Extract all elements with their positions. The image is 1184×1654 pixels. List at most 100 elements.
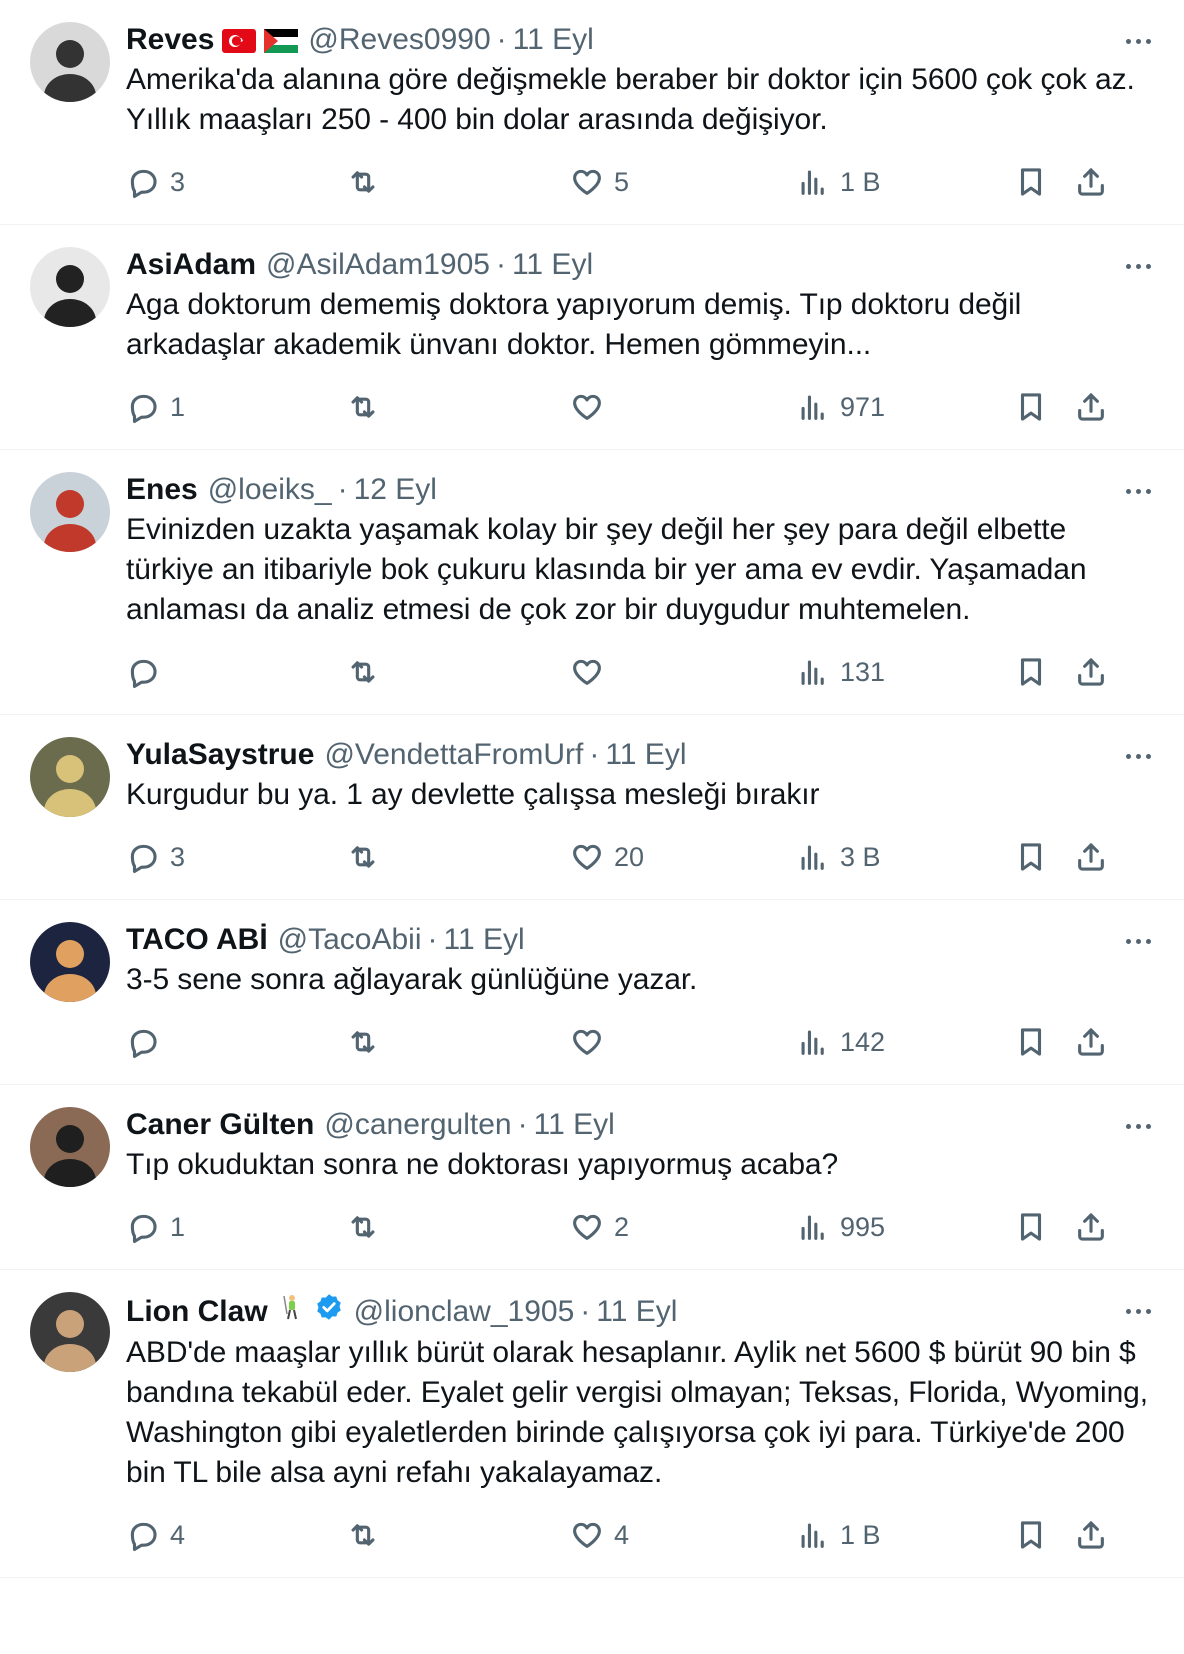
like-button[interactable]: 4 bbox=[570, 1518, 629, 1552]
retweet-button[interactable] bbox=[346, 840, 390, 874]
tweet-actions: 142 bbox=[126, 1020, 1154, 1064]
reply-icon bbox=[130, 169, 157, 199]
tweet[interactable]: YulaSaystrue @VendettaFromUrf · 11 Eyl K… bbox=[0, 715, 1184, 900]
views-button[interactable]: 3 B bbox=[796, 840, 881, 874]
reply-button[interactable] bbox=[126, 655, 170, 689]
retweet-button[interactable] bbox=[346, 655, 390, 689]
tweet-actions: 1 971 bbox=[126, 385, 1154, 429]
reply-button[interactable]: 3 bbox=[126, 165, 185, 199]
tweet-date[interactable]: 11 Eyl bbox=[596, 1294, 677, 1330]
tweet[interactable]: TACO ABİ @TacoAbii · 11 Eyl 3-5 sene son… bbox=[0, 900, 1184, 1085]
avatar[interactable] bbox=[30, 922, 110, 1002]
user-handle[interactable]: @AsilAdam1905 bbox=[266, 247, 490, 283]
retweet-button[interactable] bbox=[346, 1210, 390, 1244]
tweet-date[interactable]: 11 Eyl bbox=[512, 247, 593, 283]
views-button[interactable]: 971 bbox=[796, 390, 885, 424]
share-button[interactable] bbox=[1074, 1518, 1108, 1552]
bookmark-button[interactable] bbox=[1014, 1518, 1048, 1552]
bookmark-button[interactable] bbox=[1014, 390, 1048, 424]
bookmark-button[interactable] bbox=[1014, 1210, 1048, 1244]
like-button[interactable]: 5 bbox=[570, 165, 629, 199]
tweet-text: Kurgudur bu ya. 1 ay devlette çalışsa me… bbox=[126, 778, 820, 811]
bookmark-button[interactable] bbox=[1014, 1025, 1048, 1059]
avatar[interactable] bbox=[30, 22, 110, 102]
share-button[interactable] bbox=[1074, 1025, 1108, 1059]
palestine-flag-icon bbox=[264, 29, 299, 54]
tweet-actions: 3 20 3 B bbox=[126, 835, 1154, 879]
tweet-date[interactable]: 11 Eyl bbox=[605, 737, 686, 773]
tweet-date[interactable]: 11 Eyl bbox=[444, 922, 525, 958]
like-button[interactable] bbox=[570, 655, 614, 689]
tweet[interactable]: Reves @Reves0990 · 11 Eyl Amerika'da ala… bbox=[0, 0, 1184, 225]
avatar[interactable] bbox=[30, 247, 110, 327]
tweet[interactable]: Caner Gülten @canergulten · 11 Eyl Tıp o… bbox=[0, 1085, 1184, 1270]
views-button[interactable]: 1 B bbox=[796, 165, 881, 199]
user-handle[interactable]: @Reves0990 bbox=[308, 22, 490, 58]
like-count: 4 bbox=[614, 1519, 630, 1550]
more-options-button[interactable] bbox=[1118, 1111, 1158, 1141]
display-name[interactable]: Lion Claw bbox=[126, 1294, 268, 1330]
share-button[interactable] bbox=[1074, 655, 1108, 689]
avatar[interactable] bbox=[30, 472, 110, 552]
share-button[interactable] bbox=[1074, 390, 1108, 424]
more-options-button[interactable] bbox=[1118, 251, 1158, 281]
display-name[interactable]: Enes bbox=[126, 472, 198, 508]
bookmark-button[interactable] bbox=[1014, 840, 1048, 874]
user-handle[interactable]: @TacoAbii bbox=[278, 922, 422, 958]
tweet[interactable]: Lion Claw @lionclaw_1905 · 11 Eyl ABD'de… bbox=[0, 1270, 1184, 1578]
share-button[interactable] bbox=[1074, 840, 1108, 874]
reply-button[interactable]: 3 bbox=[126, 840, 185, 874]
like-button[interactable] bbox=[570, 390, 614, 424]
tweet-actions: 131 bbox=[126, 650, 1154, 694]
display-name[interactable]: TACO ABİ bbox=[126, 922, 268, 958]
views-button[interactable]: 142 bbox=[796, 1025, 885, 1059]
display-name[interactable]: YulaSaystrue bbox=[126, 737, 314, 773]
bookmark-button[interactable] bbox=[1014, 655, 1048, 689]
user-handle[interactable]: @loeiks_ bbox=[208, 472, 332, 508]
reply-button[interactable]: 1 bbox=[126, 390, 185, 424]
reply-icon bbox=[130, 1522, 157, 1552]
display-name[interactable]: AsiAdam bbox=[126, 247, 256, 283]
user-handle[interactable]: @lionclaw_1905 bbox=[354, 1294, 575, 1330]
tweet-date[interactable]: 11 Eyl bbox=[534, 1107, 615, 1143]
retweet-button[interactable] bbox=[346, 390, 390, 424]
like-button[interactable]: 20 bbox=[570, 840, 644, 874]
views-button[interactable]: 995 bbox=[796, 1210, 885, 1244]
avatar[interactable] bbox=[30, 1292, 110, 1372]
reply-button[interactable]: 4 bbox=[126, 1518, 185, 1552]
avatar[interactable] bbox=[30, 737, 110, 817]
tweet-text: Tıp okuduktan sonra ne doktorası yapıyor… bbox=[126, 1148, 839, 1181]
bookmark-icon bbox=[1020, 658, 1042, 686]
view-count: 1 B bbox=[840, 166, 881, 197]
tweet-date[interactable]: 11 Eyl bbox=[513, 22, 594, 58]
views-button[interactable]: 1 B bbox=[796, 1518, 881, 1552]
display-name[interactable]: Caner Gülten bbox=[126, 1107, 314, 1143]
tweet-date[interactable]: 12 Eyl bbox=[354, 472, 437, 508]
retweet-button[interactable] bbox=[346, 165, 390, 199]
user-handle[interactable]: @canergulten bbox=[324, 1107, 511, 1143]
share-button[interactable] bbox=[1074, 1210, 1108, 1244]
more-options-button[interactable] bbox=[1118, 476, 1158, 506]
reply-icon bbox=[130, 659, 157, 689]
more-options-button[interactable] bbox=[1118, 26, 1158, 56]
tweet[interactable]: AsiAdam @AsilAdam1905 · 11 Eyl Aga dokto… bbox=[0, 225, 1184, 450]
retweet-button[interactable] bbox=[346, 1518, 390, 1552]
more-options-button[interactable] bbox=[1118, 1296, 1158, 1326]
tweet[interactable]: Enes @loeiks_ · 12 Eyl Evinizden uzakta … bbox=[0, 450, 1184, 715]
views-button[interactable]: 131 bbox=[796, 655, 885, 689]
display-name[interactable]: Reves bbox=[126, 22, 214, 58]
reply-button[interactable] bbox=[126, 1025, 170, 1059]
more-options-button[interactable] bbox=[1118, 926, 1158, 956]
retweet-button[interactable] bbox=[346, 1025, 390, 1059]
share-button[interactable] bbox=[1074, 165, 1108, 199]
like-button[interactable]: 2 bbox=[570, 1210, 629, 1244]
separator-dot: · bbox=[589, 738, 600, 771]
reply-count: 1 bbox=[170, 1211, 186, 1242]
user-handle[interactable]: @VendettaFromUrf bbox=[324, 737, 583, 773]
like-button[interactable] bbox=[570, 1025, 614, 1059]
more-icon bbox=[1125, 938, 1131, 944]
bookmark-button[interactable] bbox=[1014, 165, 1048, 199]
reply-button[interactable]: 1 bbox=[126, 1210, 185, 1244]
more-options-button[interactable] bbox=[1118, 741, 1158, 771]
avatar[interactable] bbox=[30, 1107, 110, 1187]
